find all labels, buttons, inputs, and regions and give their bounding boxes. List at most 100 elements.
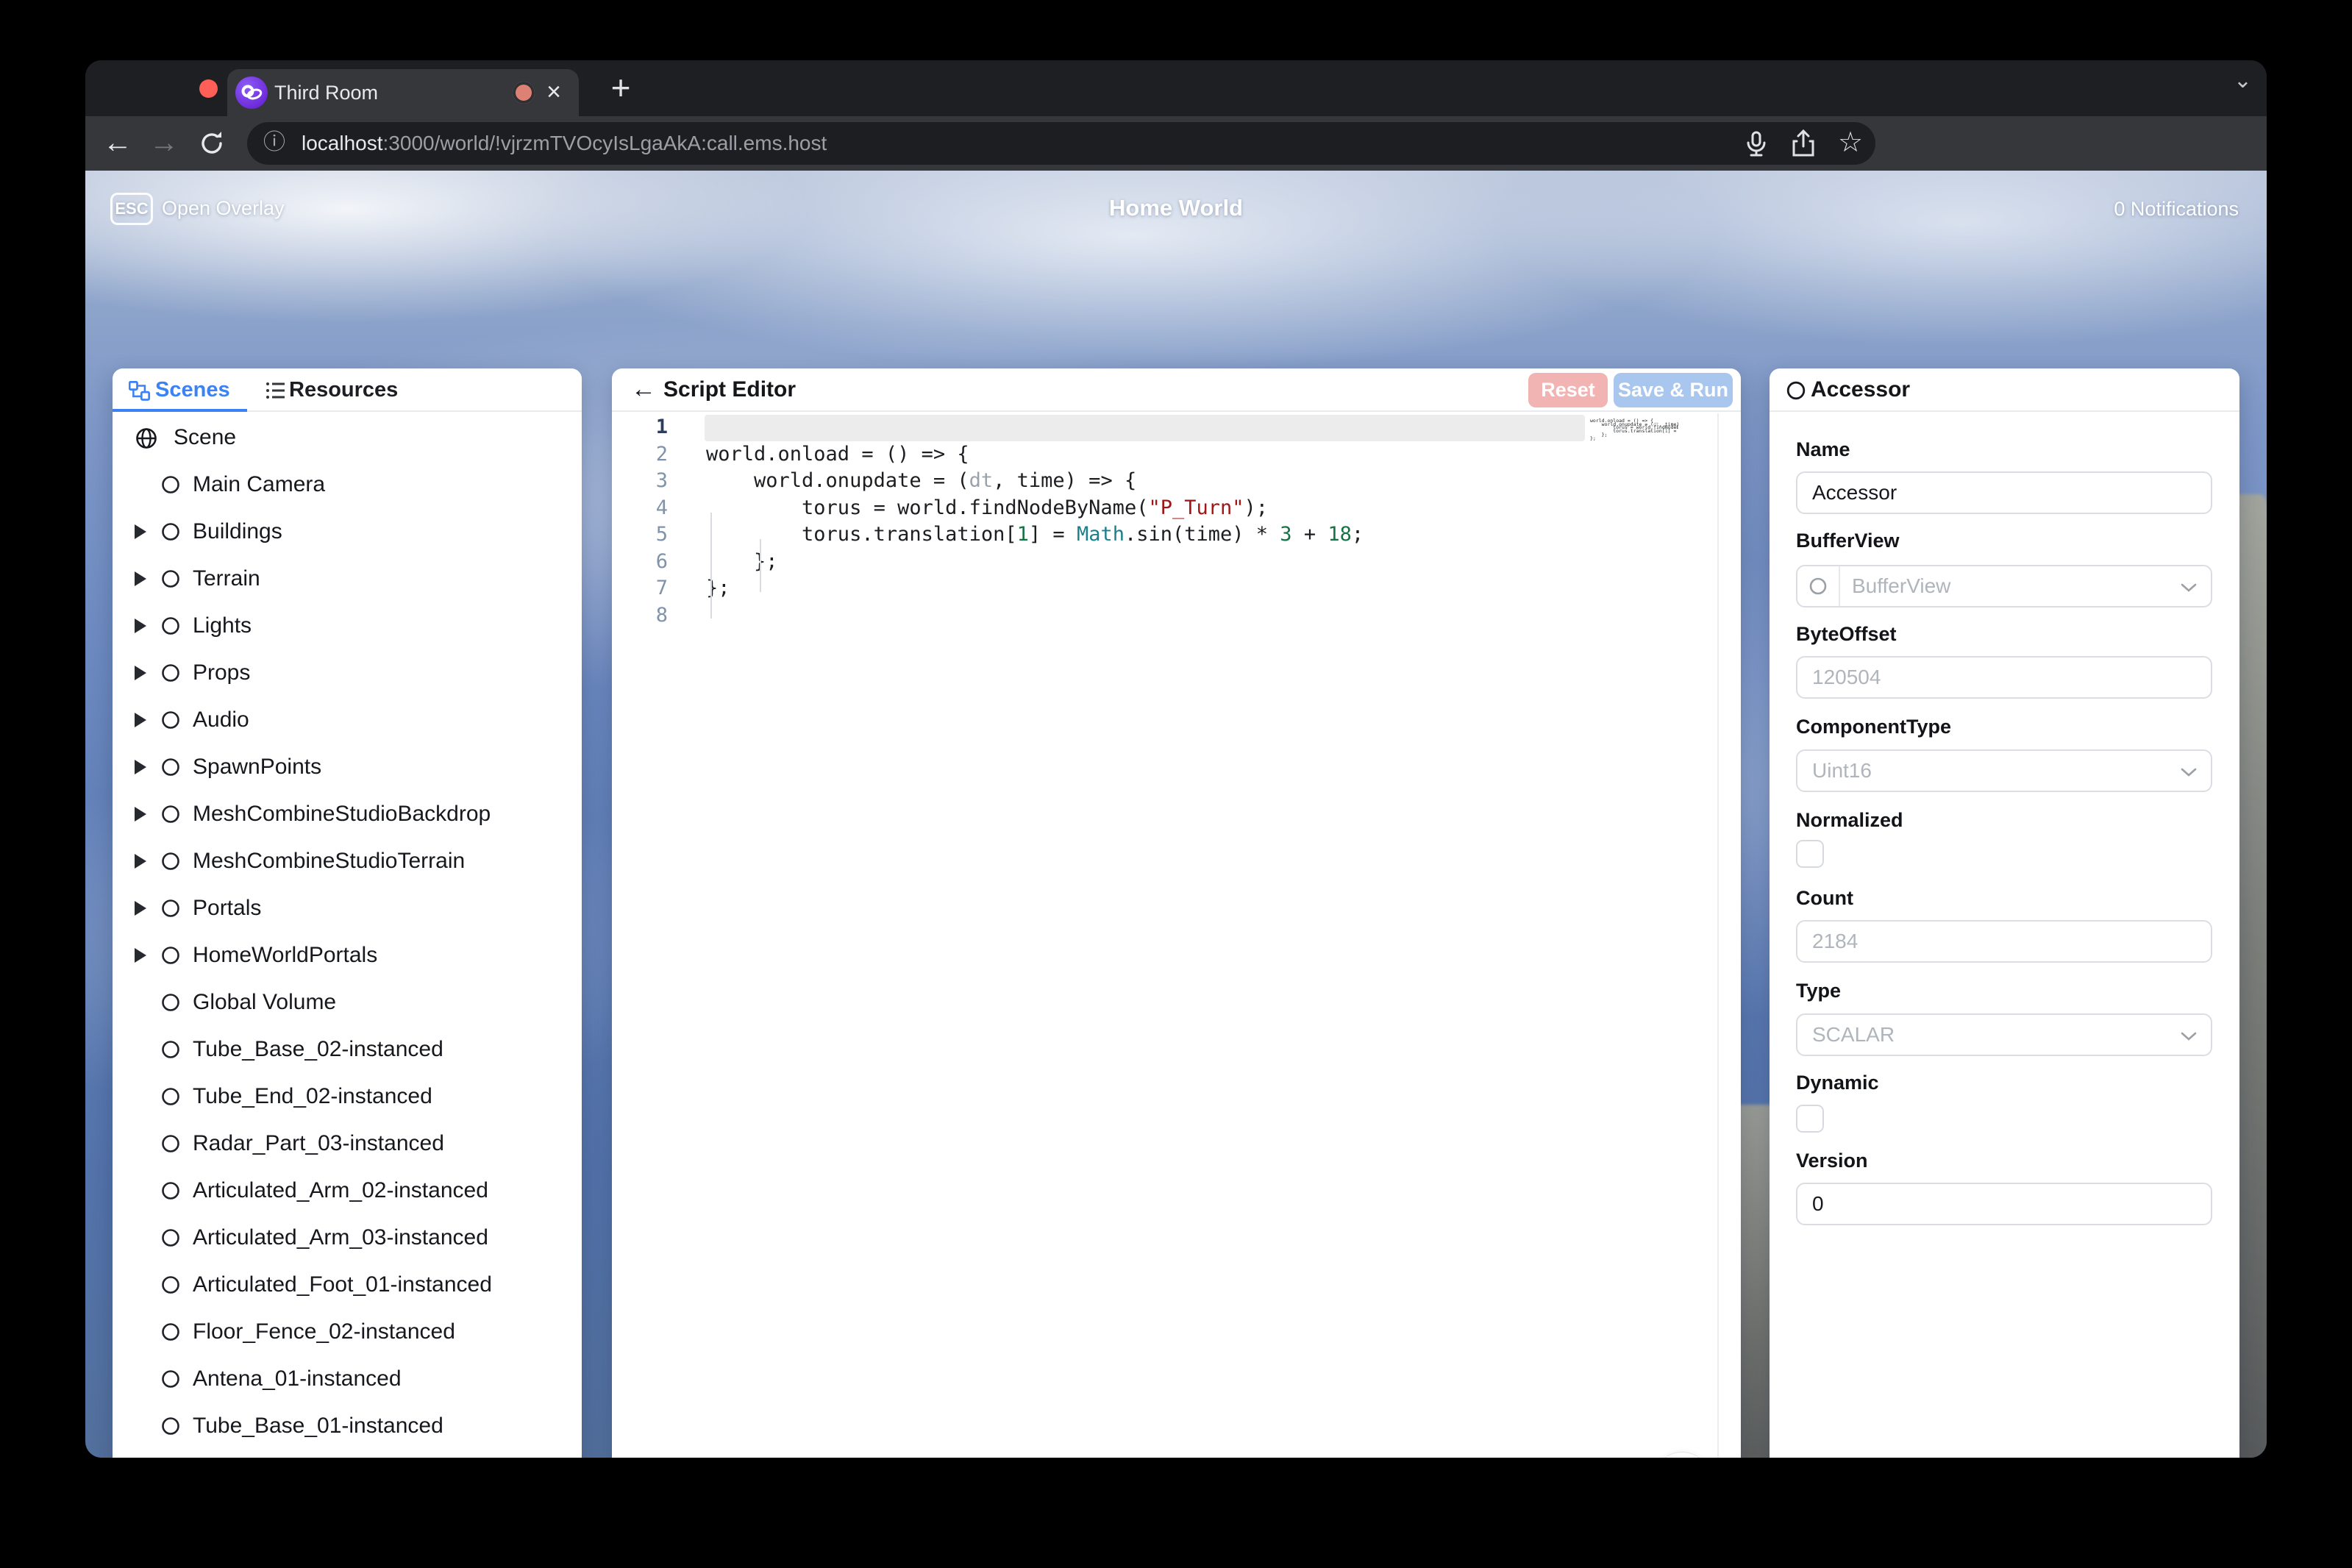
save-and-run-button[interactable]: Save & Run (1614, 373, 1733, 407)
tree-node-label: Terrain (193, 563, 260, 595)
url-host: localhost (302, 132, 383, 154)
node-circle-icon (161, 805, 180, 824)
browser-tab[interactable]: Third Room × (227, 69, 579, 116)
theme-toggle-button[interactable] (1653, 1452, 1711, 1458)
code-line: torus.translation[1] = Math.sin(time) * … (706, 521, 1364, 548)
code-editor[interactable]: 12world.onload = () => {3 world.onupdate… (612, 413, 1741, 1450)
tree-node-label: Floor_Fence_02-instanced (193, 1316, 455, 1348)
componenttype-select[interactable]: Uint16 (1796, 749, 2212, 792)
address-bar[interactable]: ⓘ localhost:3000/world/!vjrzmTVOcyIsLgaA… (247, 122, 1875, 165)
normalized-checkbox[interactable] (1796, 840, 1824, 868)
line-number: 2 (612, 441, 668, 468)
new-tab-button[interactable]: + (597, 65, 644, 112)
expand-arrow-icon[interactable] (135, 666, 146, 680)
tab-scenes[interactable]: Scenes (155, 368, 230, 412)
world-viewport[interactable]: ESC Open Overlay Home World 0 Notificati… (85, 171, 2267, 1458)
name-label: Name (1796, 436, 1850, 463)
share-icon[interactable] (1789, 129, 1818, 158)
expand-arrow-icon[interactable] (135, 619, 146, 633)
tab-search-chevron-icon[interactable]: ⌄ (2234, 68, 2252, 93)
type-label: Type (1796, 977, 1841, 1004)
tree-node-label: Radar_Part_03-instanced (193, 1127, 444, 1160)
byteoffset-label: ByteOffset (1796, 621, 1897, 647)
expand-arrow-icon[interactable] (135, 713, 146, 727)
forward-button[interactable]: → (143, 116, 185, 171)
expand-arrow-icon[interactable] (135, 571, 146, 586)
tree-node-Articulated_Arm_03-instanced[interactable]: Articulated_Arm_03-instanced (113, 1222, 582, 1254)
expand-arrow-icon[interactable] (135, 760, 146, 774)
inspector-title: Accessor (1811, 368, 1910, 412)
reload-button[interactable] (197, 129, 227, 162)
node-circle-icon (161, 710, 180, 730)
tree-node-label: Buildings (193, 516, 282, 548)
expand-arrow-icon[interactable] (135, 807, 146, 822)
bufferview-select[interactable]: BufferView (1796, 565, 2212, 607)
script-editor-title: Script Editor (663, 368, 796, 412)
line-number: 1 (612, 414, 668, 441)
tree-node-Portals[interactable]: Portals (113, 892, 582, 924)
tree-node-Main Camera[interactable]: Main Camera (113, 468, 582, 501)
expand-arrow-icon[interactable] (135, 854, 146, 869)
node-circle-icon (161, 946, 180, 965)
tree-node-MeshCombineStudioBackdrop[interactable]: MeshCombineStudioBackdrop (113, 798, 582, 830)
tree-node-Radar_Part_03-instanced[interactable]: Radar_Part_03-instanced (113, 1127, 582, 1160)
reset-button[interactable]: Reset (1528, 373, 1608, 407)
dynamic-checkbox[interactable] (1796, 1105, 1824, 1133)
count-field[interactable]: 2184 (1796, 920, 2212, 963)
node-circle-icon (161, 1322, 180, 1341)
tree-node-Tube_End_02-instanced[interactable]: Tube_End_02-instanced (113, 1080, 582, 1113)
editor-scrollbar[interactable] (1717, 413, 1719, 1458)
tree-node-Lights[interactable]: Lights (113, 610, 582, 642)
version-field[interactable]: 0 (1796, 1183, 2212, 1225)
byteoffset-field[interactable]: 120504 (1796, 656, 2212, 699)
chevron-down-icon (2180, 1031, 2198, 1041)
line-number: 4 (612, 495, 668, 521)
tree-node-Audio[interactable]: Audio (113, 704, 582, 736)
node-circle-icon (161, 663, 180, 683)
scene-hierarchy-panel: Scenes Resources Scene Main Camera Buildi… (113, 368, 582, 1458)
tree-node-Buildings[interactable]: Buildings (113, 516, 582, 548)
scene-root-row[interactable]: Scene (113, 421, 582, 454)
tree-node-Global Volume[interactable]: Global Volume (113, 986, 582, 1019)
close-window-button[interactable] (199, 79, 218, 98)
tree-node-Terrain[interactable]: Terrain (113, 563, 582, 595)
tree-node-SpawnPoints[interactable]: SpawnPoints (113, 751, 582, 783)
dynamic-label: Dynamic (1796, 1069, 1879, 1096)
tree-node-Articulated_Arm_02-instanced[interactable]: Articulated_Arm_02-instanced (113, 1175, 582, 1207)
tree-node-Floor_Border_Corner_01_B-instanced[interactable]: Floor_Border_Corner_01_B-instanced (113, 1457, 582, 1458)
tree-node-HomeWorldPortals[interactable]: HomeWorldPortals (113, 939, 582, 972)
count-label: Count (1796, 885, 1853, 911)
normalized-label: Normalized (1796, 807, 1903, 833)
code-line: world.onupdate = (dt, time) => { (706, 468, 1136, 494)
tree-node-Tube_Base_02-instanced[interactable]: Tube_Base_02-instanced (113, 1033, 582, 1066)
componenttype-label: ComponentType (1796, 713, 1951, 740)
tree-node-label: Tube_Base_01-instanced (193, 1410, 443, 1442)
expand-arrow-icon[interactable] (135, 524, 146, 539)
tree-node-MeshCombineStudioTerrain[interactable]: MeshCombineStudioTerrain (113, 845, 582, 877)
line-number: 3 (612, 468, 668, 494)
type-select[interactable]: SCALAR (1796, 1013, 2212, 1056)
bookmark-star-icon[interactable]: ☆ (1836, 122, 1865, 165)
site-info-icon[interactable]: ⓘ (263, 122, 285, 165)
line-number: 7 (612, 575, 668, 602)
back-button[interactable]: ← (97, 116, 138, 171)
back-arrow-icon[interactable]: ← (631, 368, 656, 412)
browser-toolbar: ← → ⓘ localhost:3000/world/!vjrzmTVOcyIs… (85, 116, 2267, 171)
tree-node-label: Global Volume (193, 986, 336, 1019)
tree-node-Articulated_Foot_01-instanced[interactable]: Articulated_Foot_01-instanced (113, 1269, 582, 1301)
tree-node-Antena_01-instanced[interactable]: Antena_01-instanced (113, 1363, 582, 1395)
node-circle-icon (1808, 577, 1828, 596)
tab-title: Third Room (274, 69, 378, 116)
world-title: Home World (85, 195, 2267, 221)
expand-arrow-icon[interactable] (135, 901, 146, 916)
expand-arrow-icon[interactable] (135, 948, 146, 963)
tab-resources[interactable]: Resources (289, 368, 398, 412)
tree-node-Floor_Fence_02-instanced[interactable]: Floor_Fence_02-instanced (113, 1316, 582, 1348)
tree-node-Tube_Base_01-instanced[interactable]: Tube_Base_01-instanced (113, 1410, 582, 1442)
tree-node-Props[interactable]: Props (113, 657, 582, 689)
node-circle-icon (161, 1040, 180, 1059)
microphone-icon[interactable] (1742, 129, 1771, 158)
tab-close-icon[interactable]: × (539, 69, 569, 116)
name-field[interactable]: Accessor (1796, 471, 2212, 514)
tree-node-label: Floor_Border_Corner_01_B-instanced (193, 1457, 567, 1458)
